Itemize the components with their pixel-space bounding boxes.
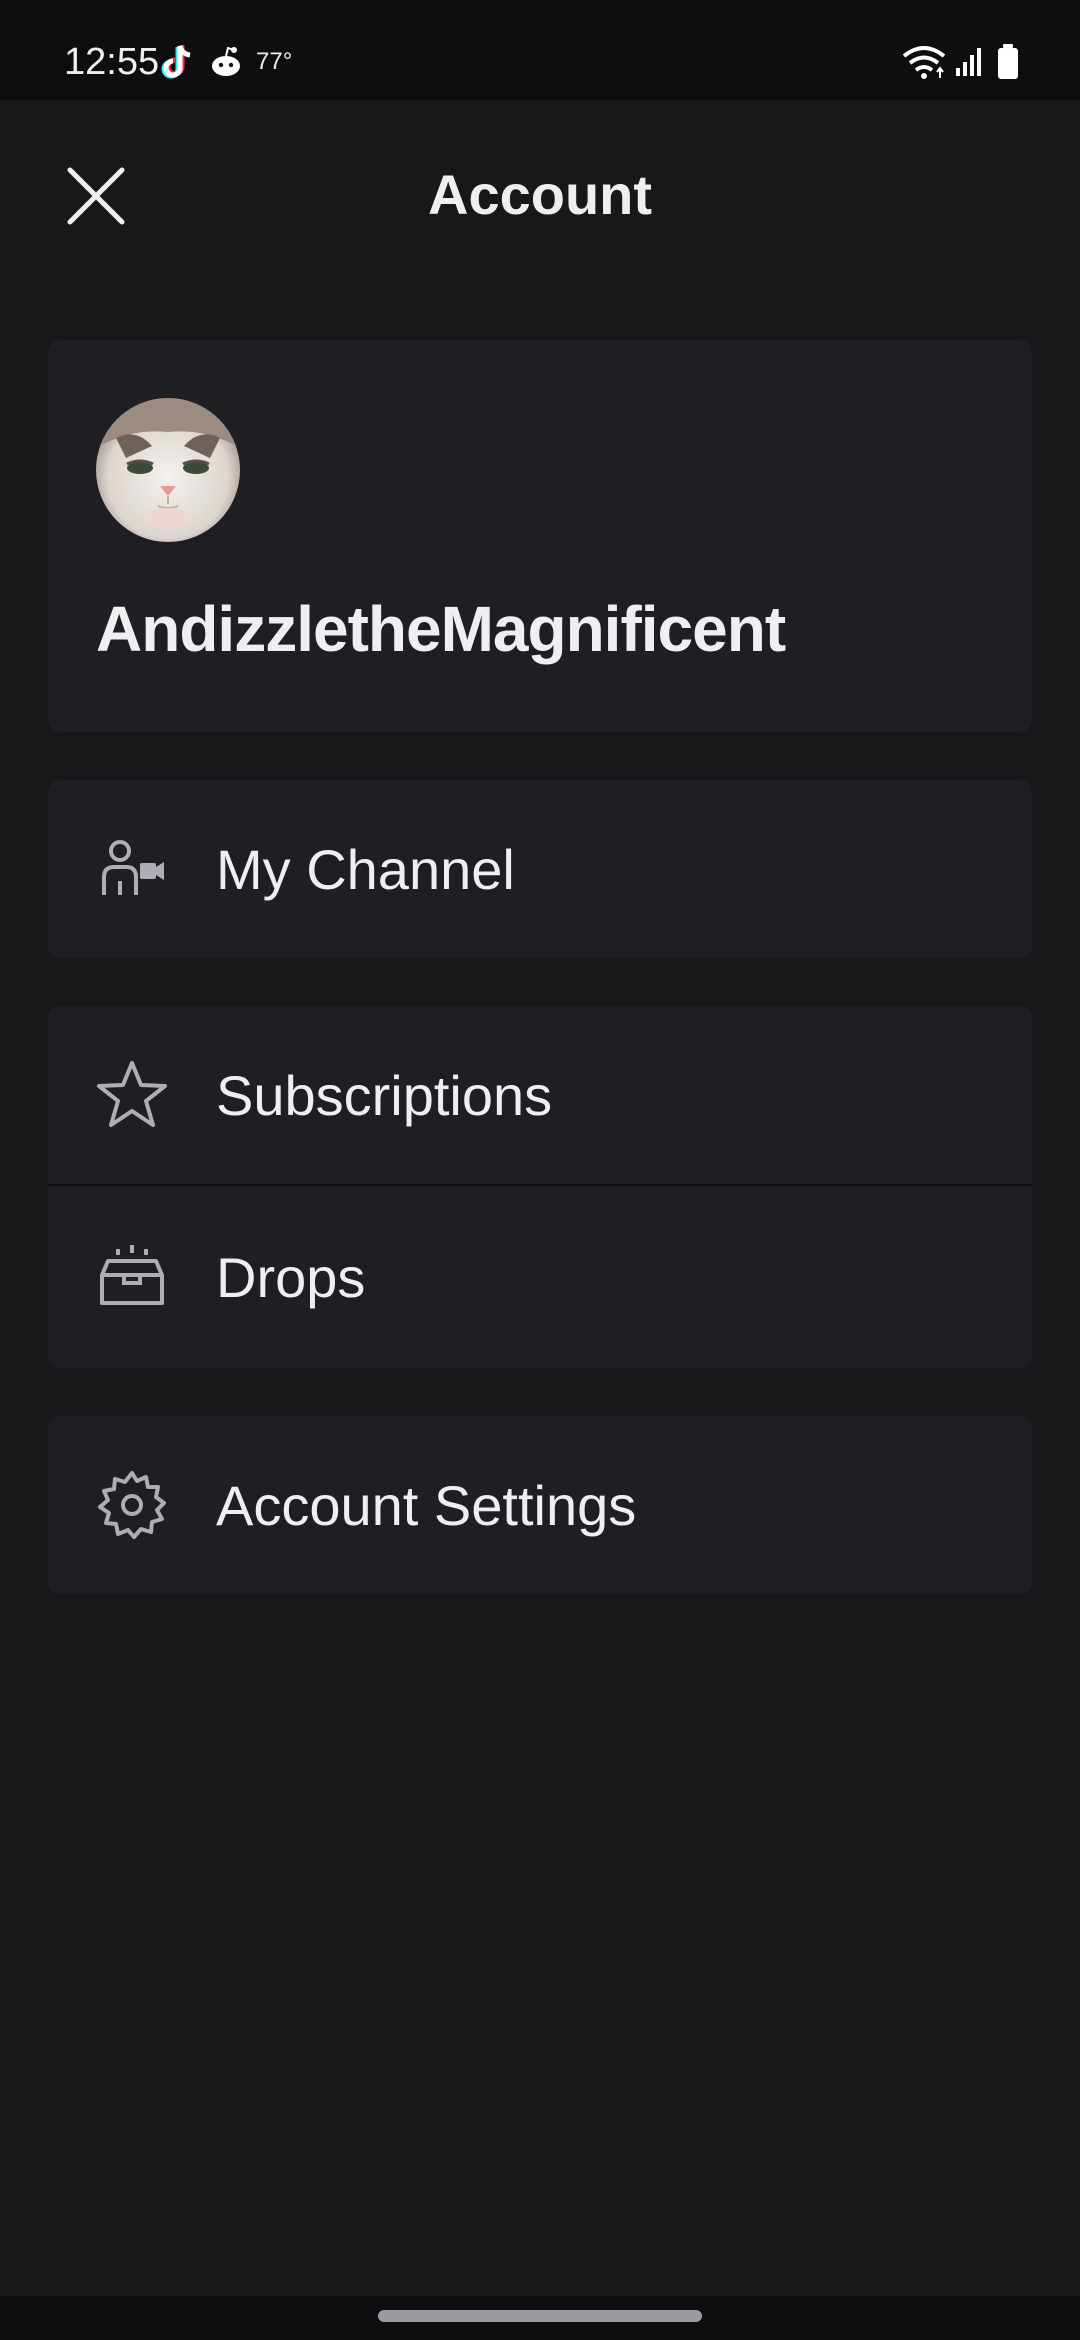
drops-crate-icon bbox=[96, 1241, 168, 1313]
wifi-icon bbox=[900, 44, 950, 85]
menu-item-label: Account Settings bbox=[216, 1473, 637, 1537]
menu-item-subscriptions[interactable]: Subscriptions bbox=[48, 1006, 1032, 1184]
menu-item-label: My Channel bbox=[216, 837, 515, 901]
menu-item-label: Drops bbox=[216, 1245, 366, 1309]
menu-item-label: Subscriptions bbox=[216, 1063, 553, 1127]
channel-person-camera-icon bbox=[96, 833, 168, 905]
signal-icon bbox=[954, 46, 984, 83]
header: Account bbox=[0, 100, 1080, 300]
tiktok-icon bbox=[160, 42, 196, 87]
avatar bbox=[96, 398, 240, 542]
menu-item-account-settings[interactable]: Account Settings bbox=[48, 1416, 1032, 1594]
page-title: Account bbox=[428, 163, 652, 226]
menu-item-drops[interactable]: Drops bbox=[48, 1186, 1032, 1368]
star-icon bbox=[96, 1059, 168, 1131]
status-bar: 12:55 77° bbox=[0, 0, 1080, 100]
reddit-icon bbox=[208, 42, 244, 87]
menu-item-my-channel[interactable]: My Channel bbox=[48, 780, 1032, 958]
account-settings-card: Account Settings bbox=[48, 1416, 1032, 1594]
profile-card[interactable]: AndizzletheMagnificent bbox=[48, 340, 1032, 732]
subscriptions-drops-card: Subscriptions Drops bbox=[48, 1006, 1032, 1368]
my-channel-card: My Channel bbox=[48, 780, 1032, 958]
username: AndizzletheMagnificent bbox=[96, 593, 786, 665]
system-nav-bar bbox=[0, 2296, 1080, 2340]
status-time: 12:55 bbox=[64, 41, 160, 83]
battery-icon bbox=[996, 44, 1020, 85]
home-indicator[interactable] bbox=[378, 2310, 702, 2322]
gear-icon bbox=[96, 1469, 168, 1541]
status-temperature: 77° bbox=[256, 48, 293, 75]
